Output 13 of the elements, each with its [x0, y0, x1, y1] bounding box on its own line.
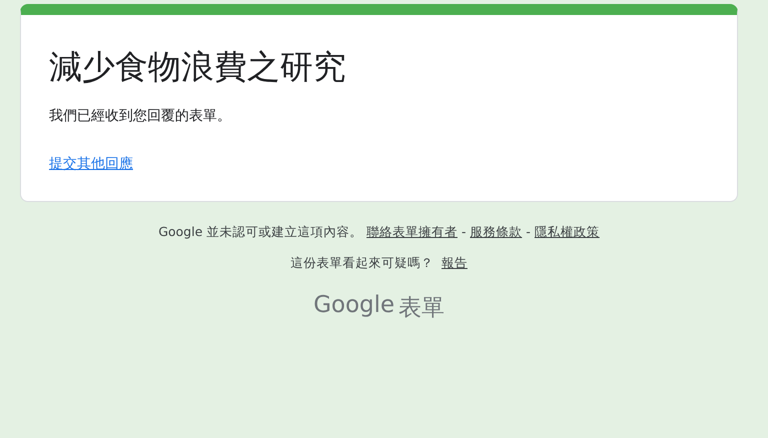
separator-text: - [462, 224, 466, 241]
separator-text: - [526, 224, 531, 241]
report-link[interactable]: 報告 [442, 255, 468, 272]
form-title: 減少食物浪費之研究 [49, 46, 346, 88]
google-logo: Google [313, 292, 395, 320]
footer-link[interactable]: 服務條款 [470, 224, 522, 241]
forms-logo-text: 表單 [398, 294, 445, 323]
disclaimer-text: Google 並未認可或建立這項內容。 [158, 224, 363, 241]
footer-link[interactable]: 聯絡表單擁有者 [366, 224, 458, 241]
confirmation-message: 我們已經收到您回覆的表單。 [49, 107, 231, 125]
footer-link[interactable]: 隱私權政策 [534, 224, 600, 241]
submit-another-link[interactable]: 提交其他回應 [49, 155, 133, 173]
report-question: 這份表單看起來可疑嗎？ [290, 255, 434, 272]
